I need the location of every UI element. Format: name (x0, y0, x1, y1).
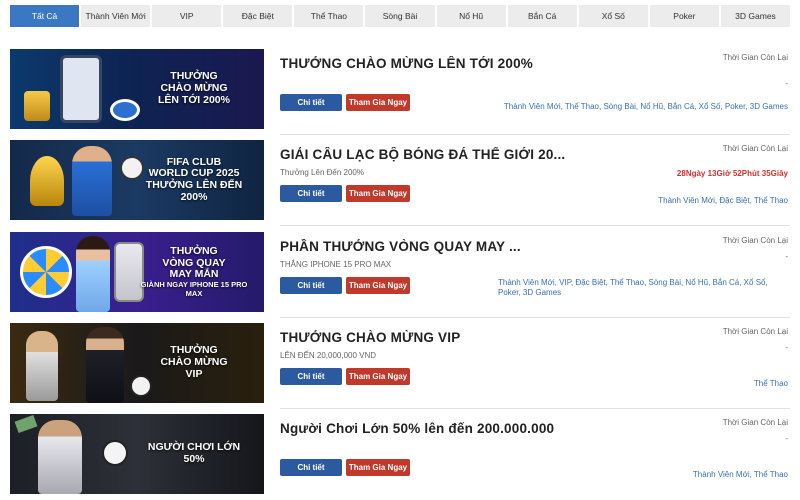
tab-all[interactable]: Tất Cả (10, 5, 80, 27)
promo-card: THƯỞNG CHÀO MỪNG VIP THƯỞNG CHÀO MỪNG VI… (10, 323, 790, 409)
promo-categories[interactable]: Thể Thao (498, 379, 788, 389)
category-tabs: Tất Cả Thành Viên Mới VIP Đặc Biệt Thể T… (10, 5, 791, 27)
ball-graphic (102, 440, 128, 466)
detail-button[interactable]: Chi tiết (280, 277, 342, 294)
promo-categories[interactable]: Thành Viên Mới, Đặc Biệt, Thể Thao (498, 196, 788, 206)
promo-banner[interactable]: NGƯỜI CHƠI LỚN 50% (10, 414, 264, 494)
promo-banner[interactable]: THƯỞNG CHÀO MỪNG VIP (10, 323, 264, 403)
trophy-graphic (30, 156, 64, 206)
divider (280, 225, 790, 226)
dancer-graphic (26, 331, 58, 401)
detail-button[interactable]: Chi tiết (280, 459, 342, 476)
time-remaining-label: Thời Gian Còn Lại (722, 418, 788, 427)
tab-3d-games[interactable]: 3D Games (720, 5, 791, 27)
divider (280, 317, 790, 318)
tab-poker[interactable]: Poker (649, 5, 719, 27)
promo-subtitle: Thưởng Lên Đến 200% (280, 168, 364, 177)
player-graphic (72, 146, 112, 216)
tab-slots[interactable]: Nổ Hũ (436, 5, 506, 27)
promo-title[interactable]: GIẢI CÂU LẠC BỘ BÓNG ĐÁ THẾ GIỚI 20... (280, 147, 580, 162)
promo-categories[interactable]: Thành Viên Mới, Thể Thao, Sòng Bài, Nổ H… (498, 102, 788, 112)
phone-graphic (60, 55, 102, 123)
detail-button[interactable]: Chi tiết (280, 94, 342, 111)
tab-fishing[interactable]: Bắn Cá (507, 5, 577, 27)
join-button[interactable]: Tham Gia Ngay (346, 277, 410, 294)
player-graphic (38, 420, 82, 494)
tab-vip[interactable]: VIP (152, 5, 222, 27)
promo-title[interactable]: THƯỞNG CHÀO MỪNG LÊN TỚI 200% (280, 56, 580, 71)
banner-text: THƯỞNG CHÀO MỪNG LÊN TỚI 200% (158, 70, 230, 106)
banner-text: THƯỞNG CHÀO MỪNG VIP (160, 344, 228, 380)
tab-lottery[interactable]: Xổ Số (578, 5, 648, 27)
promo-subtitle: LÊN ĐẾN 20,000,000 VND (280, 351, 377, 360)
banner-text: THƯỞNG VÒNG QUAY MAY MẮN GIÀNH NGAY IPHO… (140, 244, 248, 298)
countdown-timer: 28Ngày 13Giờ 52Phút 35Giây (676, 169, 788, 178)
tab-special[interactable]: Đặc Biệt (223, 5, 293, 27)
tab-casino[interactable]: Sòng Bài (365, 5, 435, 27)
tab-new-member[interactable]: Thành Viên Mới (81, 5, 151, 27)
promo-card: FIFA CLUB WORLD CUP 2025 THƯỞNG LÊN ĐẾN … (10, 140, 790, 226)
trophy-graphic (24, 91, 50, 121)
wheel-graphic (20, 246, 72, 298)
promo-title[interactable]: PHẦN THƯỞNG VÒNG QUAY MAY ... (280, 239, 580, 254)
join-button[interactable]: Tham Gia Ngay (346, 185, 410, 202)
promo-banner[interactable]: THƯỞNG VÒNG QUAY MAY MẮN GIÀNH NGAY IPHO… (10, 232, 264, 312)
divider (280, 134, 790, 135)
banner-text: NGƯỜI CHƠI LỚN 50% (147, 441, 241, 465)
time-remaining-value: - (785, 434, 788, 443)
time-remaining-label: Thời Gian Còn Lại (722, 53, 788, 62)
model-graphic (76, 236, 110, 312)
promo-banner[interactable]: FIFA CLUB WORLD CUP 2025 THƯỞNG LÊN ĐẾN … (10, 140, 264, 220)
divider (280, 408, 790, 409)
time-remaining-label: Thời Gian Còn Lại (722, 327, 788, 336)
banner-text: FIFA CLUB WORLD CUP 2025 THƯỞNG LÊN ĐẾN … (145, 155, 243, 203)
promo-title[interactable]: Người Chơi Lớn 50% lên đến 200.000.000 (280, 421, 580, 436)
promo-title[interactable]: THƯỞNG CHÀO MỪNG VIP (280, 330, 580, 345)
tab-sports[interactable]: Thể Thao (294, 5, 364, 27)
promo-categories[interactable]: Thành Viên Mới, Thể Thao (498, 470, 788, 480)
man-graphic (86, 327, 124, 403)
promo-subtitle: THẮNG IPHONE 15 PRO MAX (280, 260, 392, 269)
time-remaining-value: - (785, 343, 788, 352)
promo-card: NGƯỜI CHƠI LỚN 50% Người Chơi Lớn 50% lê… (10, 414, 790, 496)
time-remaining-value: - (785, 252, 788, 261)
time-remaining-label: Thời Gian Còn Lại (722, 144, 788, 153)
promo-card: THƯỞNG CHÀO MỪNG LÊN TỚI 200% THƯỞNG CHÀ… (10, 49, 790, 135)
time-remaining-value: - (785, 79, 788, 88)
join-button[interactable]: Tham Gia Ngay (346, 459, 410, 476)
money-graphic (14, 414, 38, 434)
detail-button[interactable]: Chi tiết (280, 368, 342, 385)
promo-card: THƯỞNG VÒNG QUAY MAY MẮN GIÀNH NGAY IPHO… (10, 232, 790, 318)
join-button[interactable]: Tham Gia Ngay (346, 368, 410, 385)
promo-banner[interactable]: THƯỞNG CHÀO MỪNG LÊN TỚI 200% (10, 49, 264, 129)
time-remaining-label: Thời Gian Còn Lại (722, 236, 788, 245)
join-button[interactable]: Tham Gia Ngay (346, 94, 410, 111)
promo-categories[interactable]: Thành Viên Mới, VIP, Đặc Biệt, Thể Thao,… (498, 278, 788, 298)
detail-button[interactable]: Chi tiết (280, 185, 342, 202)
